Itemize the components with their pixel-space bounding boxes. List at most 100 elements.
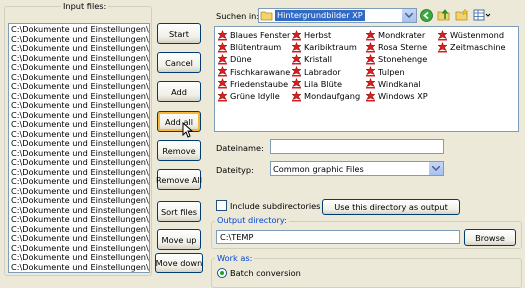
- remove-all-button[interactable]: Remove All: [156, 169, 202, 190]
- look-in-label: Suchen in:: [216, 11, 260, 21]
- include-subdirectories-checkbox[interactable]: [216, 200, 227, 211]
- list-item[interactable]: C:\Dokumente und Einstellungen\Adm: [9, 149, 149, 159]
- image-file-icon: [365, 29, 376, 40]
- folder-icon: [260, 11, 273, 21]
- file-item-label: Friedenstaube: [230, 78, 289, 89]
- output-directory-input[interactable]: C:\TEMP: [216, 230, 460, 244]
- back-icon[interactable]: [420, 9, 433, 22]
- file-item-label: Herbst: [304, 30, 332, 40]
- list-item[interactable]: C:\Dokumente und Einstellungen\Adm: [9, 244, 149, 254]
- list-item[interactable]: C:\Dokumente und Einstellungen\Adm: [9, 54, 149, 64]
- list-item[interactable]: C:\Dokumente und Einstellungen\Adm: [9, 225, 149, 235]
- list-item[interactable]: C:\Dokumente und Einstellungen\Adm: [9, 177, 149, 187]
- file-item-label: Stonehenge: [378, 54, 428, 65]
- file-item[interactable]: Blaues Fenster: [217, 29, 290, 41]
- file-item-label: Fischkarawane: [230, 66, 291, 77]
- up-folder-icon[interactable]: [437, 8, 451, 22]
- list-item[interactable]: C:\Dokumente und Einstellungen\Adm: [9, 196, 149, 206]
- file-item[interactable]: Herbst: [291, 29, 331, 41]
- move-up-button[interactable]: Move up: [157, 229, 201, 250]
- list-item[interactable]: C:\Dokumente und Einstellungen\Adm: [9, 44, 149, 54]
- view-menu-icon[interactable]: [473, 9, 491, 21]
- filename-input[interactable]: [270, 139, 444, 154]
- list-item[interactable]: C:\Dokumente und Einstellungen\Adm: [9, 187, 149, 197]
- add-button[interactable]: Add: [157, 81, 201, 102]
- filetype-select[interactable]: Common graphic Files: [270, 161, 444, 176]
- list-item[interactable]: C:\Dokumente und Einstellungen\Adm: [9, 206, 149, 216]
- image-file-icon: [291, 78, 302, 89]
- image-file-icon: [291, 66, 302, 77]
- file-item[interactable]: Windows XP: [365, 90, 428, 102]
- file-item-label: Mondkrater: [378, 30, 426, 40]
- list-item[interactable]: C:\Dokumente und Einstellungen\Adm: [9, 168, 149, 178]
- chevron-down-icon[interactable]: [428, 162, 443, 175]
- image-file-icon: [365, 53, 376, 65]
- list-item[interactable]: C:\Dokumente und Einstellungen\Adm: [9, 120, 149, 130]
- file-item[interactable]: Fischkarawane: [217, 66, 290, 78]
- sort-files-button[interactable]: Sort files: [157, 201, 201, 222]
- file-item[interactable]: Karibiktraum: [291, 41, 357, 53]
- remove-button[interactable]: Remove: [157, 140, 201, 161]
- add-all-button[interactable]: Add all: [157, 111, 201, 132]
- list-item[interactable]: C:\Dokumente und Einstellungen\Adm: [9, 82, 149, 92]
- move-down-button[interactable]: Move down: [155, 253, 203, 273]
- file-item[interactable]: Rosa Sterne: [365, 41, 427, 53]
- file-item-label: Tulpen: [378, 66, 405, 77]
- cancel-button[interactable]: Cancel: [157, 52, 201, 73]
- image-file-icon: [437, 41, 448, 53]
- list-item[interactable]: C:\Dokumente und Einstellungen\Adm: [9, 130, 149, 140]
- filetype-label: Dateityp:: [216, 165, 254, 175]
- file-item[interactable]: Lila Blüte: [291, 78, 342, 90]
- file-item-label: Windows XP: [378, 91, 428, 101]
- file-item[interactable]: Düne: [217, 53, 252, 65]
- file-item[interactable]: Mondkrater: [365, 29, 425, 41]
- image-file-icon: [291, 29, 302, 40]
- file-item[interactable]: Mondaufgang: [291, 90, 360, 102]
- file-item[interactable]: Windkanal: [365, 78, 421, 90]
- file-browser-view[interactable]: Blaues Fenster Blütentraum Düne Fischkarawa…: [214, 26, 519, 132]
- use-directory-as-output-button[interactable]: Use this directory as output: [322, 199, 460, 215]
- new-folder-icon[interactable]: [455, 8, 469, 22]
- list-item[interactable]: C:\Dokumente und Einstellungen\Adm: [9, 25, 149, 35]
- list-item[interactable]: C:\Dokumente und Einstellungen\Adm: [9, 73, 149, 83]
- list-item[interactable]: C:\Dokumente und Einstellungen\Adm: [9, 101, 149, 111]
- list-item[interactable]: C:\Dokumente und Einstellungen\Adm: [9, 253, 149, 263]
- file-item[interactable]: Labrador: [291, 66, 341, 78]
- file-item[interactable]: Zeitmaschine: [437, 41, 506, 53]
- filetype-value: Common graphic Files: [273, 163, 364, 174]
- look-in-combo[interactable]: Hintergrundbilder XP: [258, 8, 417, 23]
- file-item[interactable]: Blütentraum: [217, 41, 281, 53]
- chevron-down-icon[interactable]: [401, 9, 416, 22]
- include-subdirectories-label: Include subdirectories: [230, 201, 321, 211]
- list-item[interactable]: C:\Dokumente und Einstellungen\Adm: [9, 234, 149, 244]
- image-file-icon: [365, 66, 376, 77]
- image-file-icon: [217, 78, 228, 89]
- file-item[interactable]: Kristall: [291, 53, 332, 65]
- file-item[interactable]: Friedenstaube: [217, 78, 288, 90]
- list-item[interactable]: C:\Dokumente und Einstellungen\Adm: [9, 139, 149, 149]
- image-file-icon: [291, 41, 302, 53]
- mouse-cursor-icon: [182, 122, 194, 138]
- file-item-label: Blaues Fenster: [230, 30, 291, 40]
- file-item-label: Mondaufgang: [304, 91, 361, 101]
- list-item[interactable]: C:\Dokumente und Einstellungen\Adm: [9, 215, 149, 225]
- file-item[interactable]: Tulpen: [365, 66, 405, 78]
- file-item[interactable]: Grüne Idylle: [217, 90, 280, 102]
- image-file-icon: [217, 29, 228, 40]
- look-in-value: Hintergrundbilder XP: [275, 10, 365, 21]
- file-item[interactable]: Wüstenmond: [437, 29, 504, 41]
- image-file-icon: [291, 53, 302, 65]
- list-item[interactable]: C:\Dokumente und Einstellungen\Adm: [9, 111, 149, 121]
- file-item[interactable]: Stonehenge: [365, 53, 427, 65]
- browse-button[interactable]: Browse: [464, 229, 516, 246]
- list-item[interactable]: C:\Dokumente und Einstellungen\Adm: [9, 35, 149, 45]
- list-item[interactable]: C:\Dokumente und Einstellungen\Adm: [9, 158, 149, 168]
- file-item-label: Düne: [230, 54, 252, 65]
- list-item[interactable]: C:\Dokumente und Einstellungen\Adm: [9, 263, 149, 273]
- list-item[interactable]: C:\Dokumente und Einstellungen\Adm: [9, 63, 149, 73]
- input-file-list[interactable]: C:\Dokumente und Einstellungen\AdmC:\Dok…: [8, 23, 150, 273]
- filename-label: Dateiname:: [216, 143, 264, 153]
- batch-conversion-radio[interactable]: [217, 268, 227, 278]
- start-button[interactable]: Start: [157, 23, 201, 44]
- list-item[interactable]: C:\Dokumente und Einstellungen\Adm: [9, 92, 149, 102]
